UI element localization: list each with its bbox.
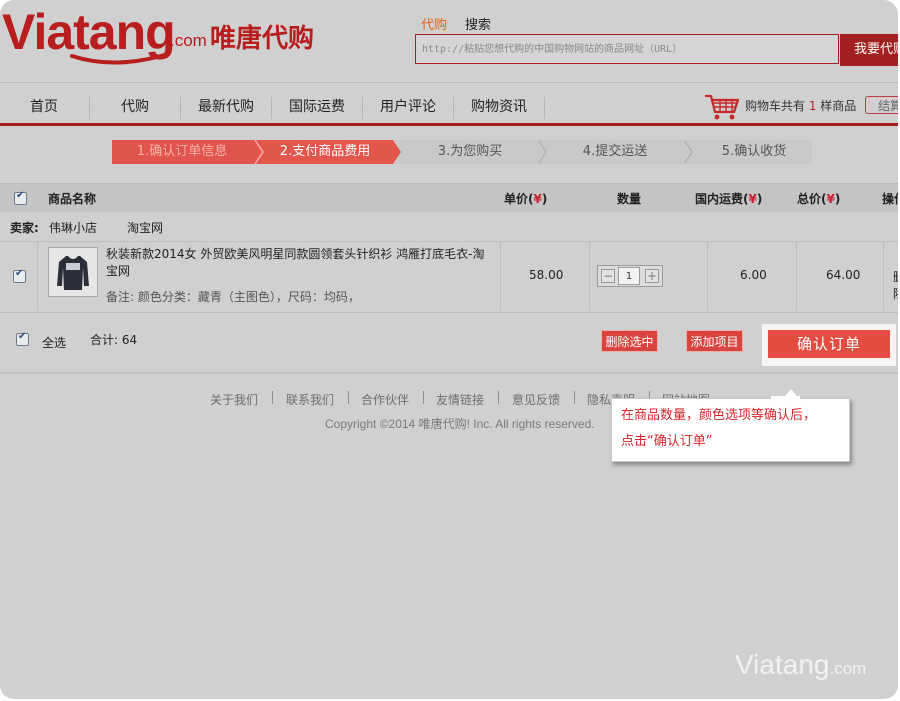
copyright-text: Copyright ©2014 唯唐代购! Inc. All rights re… <box>325 417 595 431</box>
currency-symbol: ¥ <box>533 192 542 206</box>
step-5: 5.确认收货 <box>721 144 787 159</box>
footer-divider <box>574 391 575 404</box>
delete-selected-button[interactable]: 删除选中 <box>601 330 658 352</box>
quantity-input[interactable]: 1 <box>618 267 640 285</box>
step-2: 2.支付商品费用 <box>279 144 371 159</box>
column-divider <box>37 241 38 311</box>
screenshot-frame: Viatang .com 唯唐代购 代购 搜索 http://粘贴您想代购的中国… <box>0 0 898 699</box>
footer-divider <box>498 391 499 404</box>
footer-divider <box>423 391 424 404</box>
watermark: Viatang.com <box>735 649 866 681</box>
add-item-button[interactable]: 添加项目 <box>686 330 743 352</box>
watermark-main: Viatang <box>735 649 830 680</box>
column-divider <box>883 241 884 311</box>
select-all-header-checkbox[interactable] <box>14 190 27 205</box>
table-bottom-border <box>0 372 898 374</box>
column-divider <box>796 241 797 311</box>
th-shipping: 国内运费(¥) <box>695 190 762 207</box>
unit-price: 58.00 <box>529 268 564 282</box>
row-delete-link[interactable]: 删除 <box>893 268 898 302</box>
column-divider <box>707 241 708 311</box>
paren: ) <box>541 192 548 206</box>
paren: ) <box>834 192 841 206</box>
footer-link-friends[interactable]: 友情链接 <box>436 391 484 408</box>
th-unit-price: 单价(¥) <box>504 190 547 207</box>
footer-link-feedback[interactable]: 意见反馈 <box>512 391 560 408</box>
sweater-image-icon <box>49 248 97 296</box>
currency-symbol: ¥ <box>826 192 835 206</box>
step-4: 4.提交运送 <box>582 144 648 159</box>
product-note: 备注: 颜色分类：藏青（主图色），尺码：均码， <box>106 290 360 304</box>
th-unit-price-label: 单价( <box>504 192 534 206</box>
seller-name[interactable]: 伟琳小店 <box>49 219 97 236</box>
th-product: 商品名称 <box>48 192 97 206</box>
select-all-label[interactable]: 全选 <box>42 334 66 351</box>
quantity-stepper: − 1 + <box>597 265 663 287</box>
plus-button[interactable]: + <box>645 269 659 283</box>
th-quantity: 数量 <box>617 192 642 206</box>
row-total: 64.00 <box>826 268 861 282</box>
cart-total: 合计: 64 <box>90 333 138 347</box>
step-3: 3.为您购买 <box>437 144 503 159</box>
row-checkbox[interactable] <box>13 268 26 283</box>
step-1: 1.确认订单信息 <box>136 144 228 159</box>
callout-pointer-join <box>771 396 800 400</box>
footer-link-partners[interactable]: 合作伙伴 <box>361 391 409 408</box>
footer-divider <box>348 391 349 404</box>
minus-button[interactable]: − <box>601 269 615 283</box>
footer-link-about[interactable]: 关于我们 <box>210 391 258 408</box>
callout-line-2: 点击“确认订单” <box>621 434 713 449</box>
th-operations: 操作 <box>882 192 898 206</box>
th-total: 总价(¥) <box>797 190 840 207</box>
th-total-label: 总价( <box>797 192 827 206</box>
product-thumbnail[interactable] <box>48 247 98 297</box>
callout-line-1: 在商品数量，颜色选项等确认后， <box>621 408 817 423</box>
column-divider <box>589 241 590 311</box>
shipping-fee: 6.00 <box>740 268 767 282</box>
seller-platform: 淘宝网 <box>127 221 164 235</box>
instruction-callout: 在商品数量，颜色选项等确认后， 点击“确认订单” <box>611 398 850 462</box>
watermark-com: .com <box>829 659 867 678</box>
select-all-checkbox[interactable] <box>16 331 29 346</box>
th-shipping-label: 国内运费( <box>695 192 749 206</box>
seller-label: 卖家: <box>10 221 39 235</box>
confirm-order-button[interactable]: 确认订单 <box>768 330 890 358</box>
currency-symbol: ¥ <box>748 192 757 206</box>
cart-table-header: 商品名称 单价(¥) 数量 国内运费(¥) 总价(¥) 操作 <box>0 183 898 212</box>
footer-divider <box>272 391 273 404</box>
paren: ) <box>756 192 763 206</box>
column-divider <box>500 241 501 311</box>
product-name-link[interactable]: 秋装新款2014女 外贸欧美风明星同款圆领套头针织衫 鸿雁打底毛衣-淘宝网 <box>106 246 486 280</box>
footer-link-contact[interactable]: 联系我们 <box>286 391 334 408</box>
